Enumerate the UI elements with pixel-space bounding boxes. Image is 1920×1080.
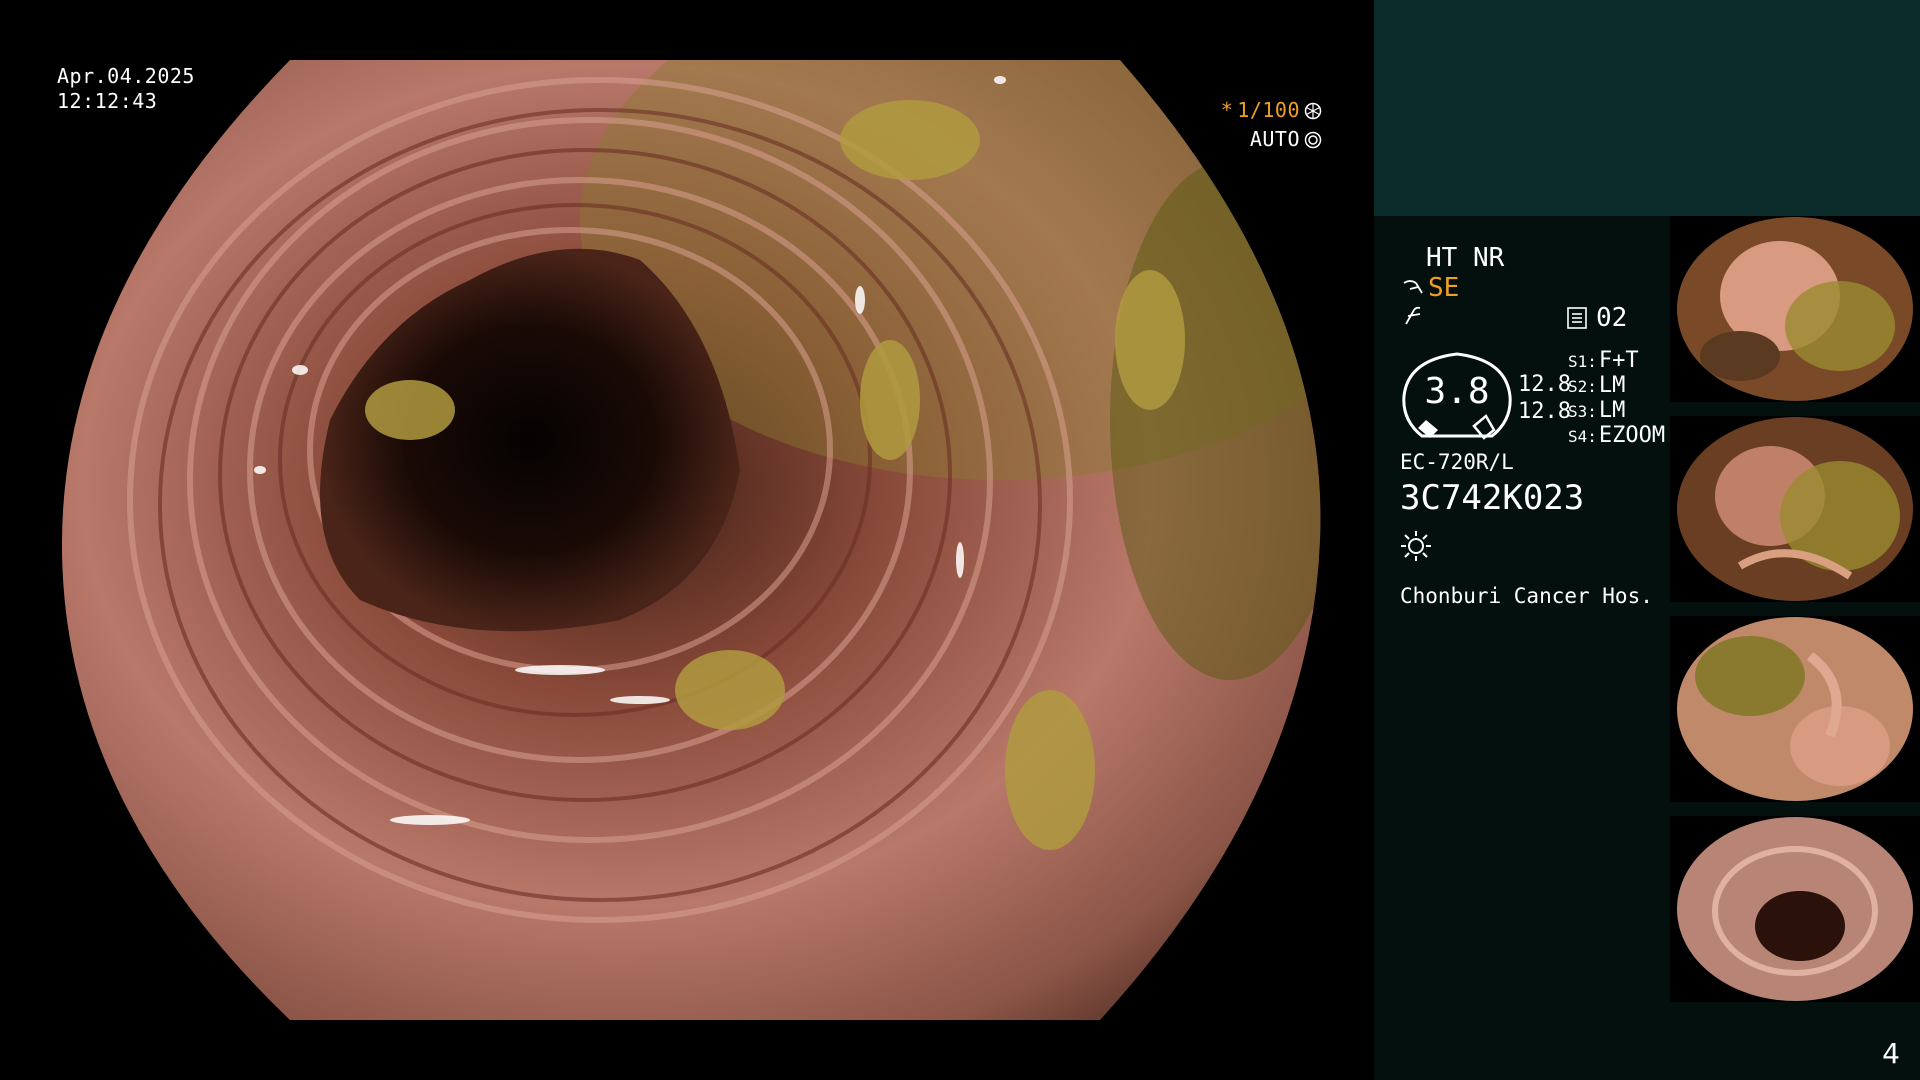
switch-3-key: S3: — [1568, 402, 1597, 421]
shutter-speed: * 1/100 — [1221, 98, 1322, 123]
switch-4-value: EZOOM — [1598, 423, 1666, 448]
memo-counter: 02 — [1566, 304, 1627, 332]
exam-time: 12:12:43 — [57, 89, 158, 113]
hook-icon — [1405, 306, 1421, 325]
thumbnail-image — [1670, 816, 1920, 1002]
captured-image-thumbnail[interactable] — [1670, 416, 1920, 602]
switch-1-key: S1: — [1568, 352, 1597, 371]
hook-indicator — [1402, 304, 1426, 334]
memo-count: 02 — [1596, 303, 1628, 333]
page-number: 4 — [1882, 1037, 1900, 1070]
switch-3-value: LM — [1598, 398, 1626, 423]
switch-4-key: S4: — [1568, 427, 1597, 446]
shutter-value: 1/100 — [1237, 98, 1300, 122]
iris-mode: AUTO — [1250, 127, 1322, 152]
scope-model: EC-720R/L — [1400, 450, 1514, 474]
switch-2-key: S2: — [1568, 377, 1597, 396]
iris-mode-label: AUTO — [1249, 127, 1300, 151]
thumbnail-image — [1670, 416, 1920, 602]
captured-image-thumbnail[interactable] — [1670, 816, 1920, 1002]
switch-1: S1: F+T — [1568, 348, 1639, 375]
shutter-icon — [1304, 102, 1322, 119]
thumbnail-image — [1670, 216, 1920, 402]
structure-mode: SE — [1402, 274, 1459, 302]
exam-date: Apr.04.2025 — [57, 64, 195, 88]
level-value-1: 12.8 — [1518, 372, 1571, 397]
structure-mode-label: SE — [1428, 273, 1460, 303]
memo-icon — [1567, 307, 1587, 329]
switch-2: S2: LM — [1568, 373, 1625, 400]
switch-2-value: LM — [1598, 373, 1626, 398]
hospital-name: Chonburi Cancer Hos. — [1400, 584, 1653, 608]
scope-serial: 3C742K023 — [1400, 478, 1585, 518]
enhancement-mode: HT NR — [1426, 243, 1505, 273]
switch-1-value: F+T — [1598, 348, 1639, 373]
captured-image-thumbnail[interactable] — [1670, 616, 1920, 802]
panel-header-area — [1374, 0, 1920, 216]
dial-value: 3.8 — [1424, 371, 1490, 412]
level-value-2: 12.8 — [1518, 399, 1571, 424]
switch-3: S3: LM — [1568, 398, 1625, 425]
captured-image-thumbnail[interactable] — [1670, 216, 1920, 402]
light-sun-icon — [1401, 531, 1431, 561]
switch-4: S4: EZOOM — [1568, 423, 1665, 450]
shutter-prefix: * — [1220, 98, 1234, 122]
endoscope-image — [0, 0, 1374, 1080]
structure-icon — [1403, 280, 1423, 294]
endoscope-view: Apr.04.2025 12:12:43 * 1/100 AUTO — [0, 0, 1374, 1080]
iris-icon — [1304, 131, 1322, 148]
thumbnail-image — [1670, 616, 1920, 802]
